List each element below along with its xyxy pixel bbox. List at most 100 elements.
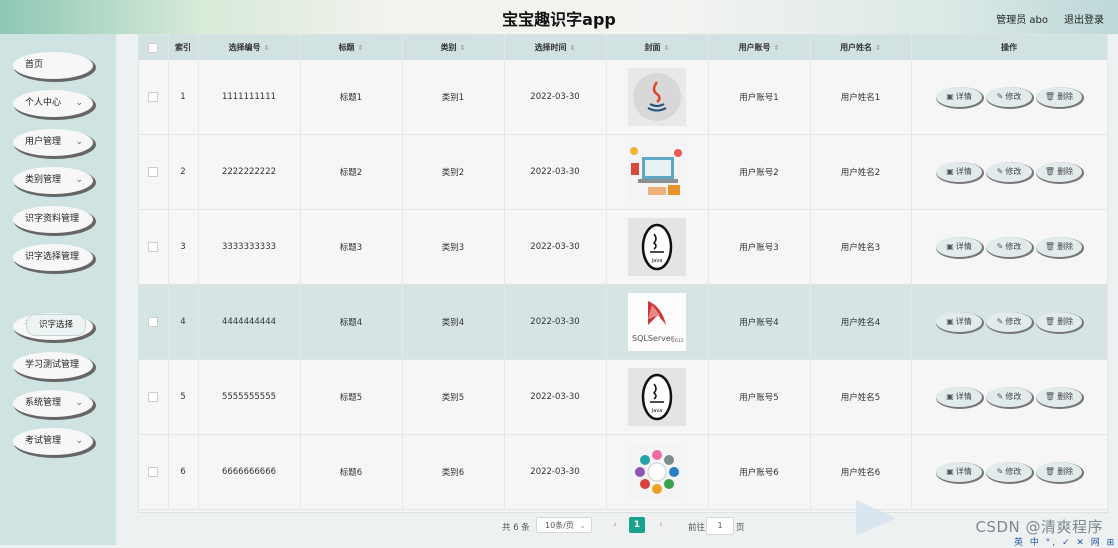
table-row[interactable]: 3 3333333333 标题3 类别3 2022-03-30 Java 用户账号3 用户姓名… (139, 209, 1108, 285)
table-header-row: 索引 选择编号 ⇕ 标题 ⇕ 类别 ⇕ 选择时间 ⇕ 封面 ⇕ 用户账号 ⇕ 用户姓名 ⇕ 操… (139, 35, 1108, 60)
cell-name: 用户姓名6 (810, 434, 912, 510)
sidebar-subitem-selection[interactable]: 识字选择 (26, 314, 86, 336)
next-page-button[interactable]: › (653, 517, 669, 533)
cell-category: 类别4 (402, 284, 505, 360)
sort-icon[interactable]: ⇕ (875, 44, 881, 52)
col-header-category[interactable]: 类别 ⇕ (402, 35, 505, 60)
edit-button[interactable]: ✎ 修改 (986, 462, 1032, 482)
sort-icon[interactable]: ⇕ (664, 44, 670, 52)
edit-button[interactable]: ✎ 修改 (986, 312, 1032, 332)
row-checkbox[interactable] (148, 391, 159, 402)
delete-icon: 🗑 (1044, 317, 1056, 326)
detail-icon: ▣ (946, 92, 954, 101)
delete-button[interactable]: 🗑 删除 (1036, 462, 1082, 482)
detail-button[interactable]: ▣ 详情 (936, 162, 982, 182)
sidebar-item[interactable]: 识字资料管理 (13, 206, 93, 233)
detail-icon: ▣ (946, 242, 954, 251)
cell-index: 2 (168, 134, 199, 210)
select-all-checkbox[interactable] (148, 42, 159, 53)
sort-icon[interactable]: ⇕ (570, 44, 576, 52)
cell-index: 4 (168, 284, 199, 360)
sidebar-item[interactable]: 首页 (13, 52, 93, 79)
edit-button[interactable]: ✎ 修改 (986, 87, 1032, 107)
row-checkbox[interactable] (148, 166, 159, 177)
row-select-cell (139, 134, 169, 210)
page-size-select[interactable]: 10条/页 ⌄ (536, 517, 592, 533)
edit-button[interactable]: ✎ 修改 (986, 237, 1032, 257)
table-row[interactable]: 6 6666666666 标题6 类别6 2022-03-30 用户账号6 用户姓名6 ▣ 详情… (139, 434, 1108, 510)
edit-button[interactable]: ✎ 修改 (986, 162, 1032, 182)
sidebar-item[interactable]: 个人中心 ⌄ (13, 90, 93, 117)
cover-image (628, 68, 686, 126)
col-header-code[interactable]: 选择编号 ⇕ (198, 35, 301, 60)
sort-icon[interactable]: ⇕ (774, 44, 780, 52)
detail-button[interactable]: ▣ 详情 (936, 387, 982, 407)
cell-actions: ▣ 详情 ✎ 修改 🗑 删除 (911, 359, 1108, 435)
delete-button[interactable]: 🗑 删除 (1036, 312, 1082, 332)
cell-index: 5 (168, 359, 199, 435)
sidebar-item-label: 考试管理 (25, 436, 62, 446)
sidebar-item-label: 系统管理 (25, 398, 62, 408)
table-row[interactable]: 5 5555555555 标题5 类别5 2022-03-30 Java 用户账号5 用户姓名… (139, 359, 1108, 435)
col-header-name[interactable]: 用户姓名 ⇕ (810, 35, 912, 60)
sort-icon[interactable]: ⇕ (358, 44, 364, 52)
cell-time: 2022-03-30 (504, 209, 607, 285)
cell-account: 用户账号2 (708, 134, 811, 210)
detail-button[interactable]: ▣ 详情 (936, 87, 982, 107)
col-header-title[interactable]: 标题 ⇕ (300, 35, 403, 60)
cell-cover: Java (606, 209, 709, 285)
col-label: 用户姓名 (840, 43, 873, 52)
row-checkbox[interactable] (148, 241, 159, 252)
sidebar-item[interactable]: 系统管理 ⌄ (13, 390, 93, 417)
sidebar-item[interactable]: 类别管理 ⌄ (13, 167, 93, 194)
detail-button[interactable]: ▣ 详情 (936, 462, 982, 482)
cell-title: 标题3 (300, 209, 403, 285)
col-header-account[interactable]: 用户账号 ⇕ (708, 35, 811, 60)
sidebar-item[interactable]: 用户管理 ⌄ (13, 129, 93, 156)
delete-button[interactable]: 🗑 删除 (1036, 237, 1082, 257)
row-checkbox[interactable] (148, 91, 159, 102)
prev-page-button[interactable]: ‹ (607, 517, 623, 533)
cell-index: 1 (168, 60, 199, 135)
sidebar-item-label: 个人中心 (25, 98, 62, 108)
edit-button[interactable]: ✎ 修改 (986, 387, 1032, 407)
delete-label: 删除 (1057, 92, 1074, 101)
cell-cover (606, 134, 709, 210)
sidebar-item-label: 类别管理 (25, 175, 62, 185)
goto-page-input[interactable]: 1 (706, 517, 734, 535)
sidebar-item-label: 识字资料管理 (25, 214, 80, 224)
cell-cover (606, 434, 709, 510)
detail-label: 详情 (955, 242, 972, 251)
delete-icon: 🗑 (1044, 467, 1056, 476)
cell-actions: ▣ 详情 ✎ 修改 🗑 删除 (911, 134, 1108, 210)
sort-icon[interactable]: ⇕ (264, 44, 270, 52)
row-checkbox[interactable] (148, 316, 159, 327)
col-header-time[interactable]: 选择时间 ⇕ (504, 35, 607, 60)
table-row[interactable]: 2 2222222222 标题2 类别2 2022-03-30 用户账号2 用户姓名2 ▣ 详情… (139, 134, 1108, 210)
table-row[interactable]: 1 1111111111 标题1 类别1 2022-03-30 用户账号1 用户姓名1 ▣ 详情… (139, 60, 1108, 135)
sidebar-item[interactable]: 识字选择管理 (13, 244, 93, 271)
cell-code: 4444444444 (198, 284, 301, 360)
cell-code: 2222222222 (198, 134, 301, 210)
sidebar-item[interactable]: 考试管理 ⌄ (13, 428, 93, 455)
ime-toolbar: 英 中 °, ✓ ✕ 网 ⊞ (1014, 538, 1117, 548)
delete-button[interactable]: 🗑 删除 (1036, 87, 1082, 107)
table-row[interactable]: 4 4444444444 标题4 类别4 2022-03-30 SQLServer 2012… (139, 284, 1108, 360)
delete-button[interactable]: 🗑 删除 (1036, 162, 1082, 182)
cell-time: 2022-03-30 (504, 434, 607, 510)
row-checkbox[interactable] (148, 466, 159, 477)
sidebar-item[interactable]: 学习测试管理 (13, 352, 93, 379)
detail-button[interactable]: ▣ 详情 (936, 312, 982, 332)
cell-time: 2022-03-30 (504, 284, 607, 360)
sort-icon[interactable]: ⇕ (460, 44, 466, 52)
detail-label: 详情 (955, 392, 972, 401)
cell-index: 3 (168, 209, 199, 285)
logout-link[interactable]: 退出登录 (1064, 11, 1104, 26)
detail-icon: ▣ (946, 392, 954, 401)
delete-button[interactable]: 🗑 删除 (1036, 387, 1082, 407)
page-number-current[interactable]: 1 (629, 517, 645, 533)
detail-button[interactable]: ▣ 详情 (936, 237, 982, 257)
col-label: 类别 (440, 43, 457, 52)
col-header-cover[interactable]: 封面 ⇕ (606, 35, 709, 60)
sqlserver-label: SQLServer (632, 334, 675, 343)
